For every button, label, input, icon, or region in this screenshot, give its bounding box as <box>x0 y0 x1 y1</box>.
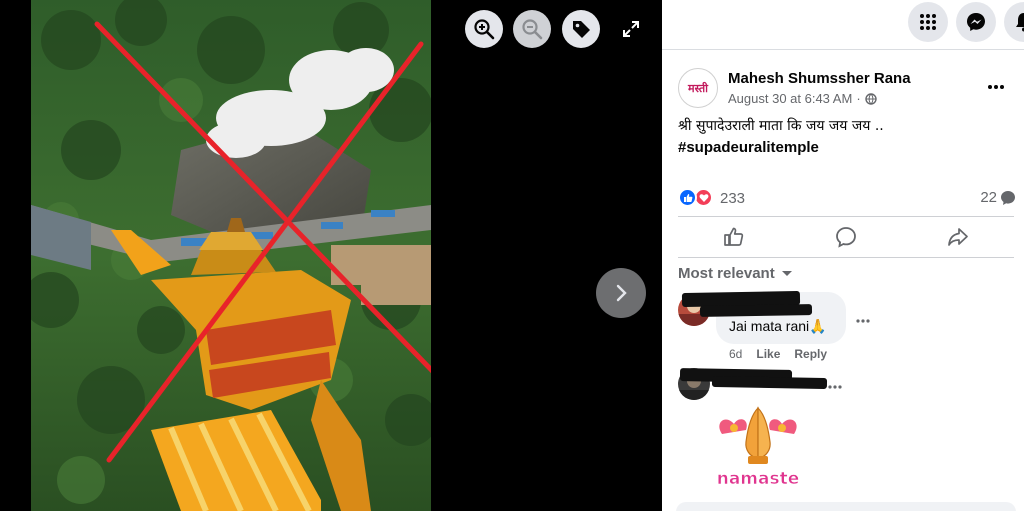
author-avatar[interactable]: मस्ती <box>678 68 718 108</box>
comment-footer: 6d Like Reply <box>729 347 827 361</box>
caret-down-icon <box>781 270 792 276</box>
post-action-bar <box>678 216 1014 258</box>
comment-sort-dropdown[interactable]: Most relevant <box>678 265 793 282</box>
post-photo[interactable] <box>31 0 431 511</box>
tag-icon <box>573 21 590 38</box>
post-header: मस्ती Mahesh Shumssher Rana August 30 at… <box>678 66 1008 110</box>
more-dots-icon <box>856 319 870 323</box>
comment-options-button-2[interactable] <box>828 376 842 392</box>
post-timestamp[interactable]: August 30 at 6:43 AM <box>728 91 852 106</box>
messenger-button[interactable] <box>956 2 996 42</box>
globe-icon <box>864 92 877 105</box>
comment-reply-button[interactable]: Reply <box>794 347 827 361</box>
chevron-right-icon <box>616 284 627 302</box>
zoom-in-button[interactable] <box>465 10 503 48</box>
post-meta: August 30 at 6:43 AM · <box>728 91 877 106</box>
author-name[interactable]: Mahesh Shumssher Rana <box>728 70 911 87</box>
comment-count: 22 <box>980 189 997 206</box>
more-dots-icon <box>828 385 842 389</box>
redaction-mark <box>699 304 813 317</box>
messenger-icon <box>967 13 985 31</box>
photo-viewer <box>0 0 662 511</box>
comment-text: Jai mata rani🙏 <box>729 318 827 334</box>
notifications-button[interactable] <box>1004 2 1024 42</box>
like-reaction-icon <box>678 188 697 207</box>
more-dots-icon <box>988 85 1004 89</box>
zoom-out-button[interactable] <box>513 10 551 48</box>
avatar-logo-text: मस्ती <box>688 81 708 95</box>
fullscreen-button[interactable] <box>618 16 644 42</box>
share-button[interactable] <box>902 217 1014 257</box>
temple-illustration <box>31 0 431 511</box>
hashtag-link[interactable]: #supadeuralitemple <box>678 137 1008 158</box>
comment-composer[interactable] <box>676 502 1016 511</box>
reaction-icons[interactable] <box>678 188 716 208</box>
menu-grid-icon <box>920 14 936 30</box>
notifications-bell-icon <box>1016 13 1024 32</box>
namaste-sticker: namaste <box>716 406 800 489</box>
post-body: श्री सुपादेउराली माता कि जय जय जय .. #su… <box>678 116 1008 158</box>
comment-count-link[interactable]: 22 <box>980 189 1016 206</box>
comment-age[interactable]: 6d <box>729 347 742 361</box>
zoom-out-icon <box>522 19 543 40</box>
like-button[interactable] <box>678 217 790 257</box>
share-icon <box>948 228 968 246</box>
comment-like-button[interactable]: Like <box>756 347 780 361</box>
reactions-summary: 233 22 <box>678 186 1018 208</box>
comment-button[interactable] <box>790 217 902 257</box>
reaction-count[interactable]: 233 <box>720 190 745 207</box>
comment-bubble-icon <box>1001 190 1015 205</box>
sticker-text: namaste <box>717 469 800 489</box>
like-icon <box>724 227 744 246</box>
more-options-button[interactable] <box>984 78 1008 94</box>
menu-button[interactable] <box>908 2 948 42</box>
sort-label: Most relevant <box>678 265 775 282</box>
comment-options-button[interactable] <box>856 310 870 326</box>
fullscreen-icon <box>623 21 639 37</box>
next-photo-button[interactable] <box>596 268 646 318</box>
tag-photo-button[interactable] <box>562 10 600 48</box>
zoom-in-icon <box>474 19 495 40</box>
comment-icon <box>836 227 856 248</box>
meta-separator: · <box>856 91 861 106</box>
redaction-mark-2 <box>711 375 828 390</box>
top-bar <box>662 0 1024 50</box>
post-text: श्री सुपादेउराली माता कि जय जय जय .. <box>678 118 884 134</box>
